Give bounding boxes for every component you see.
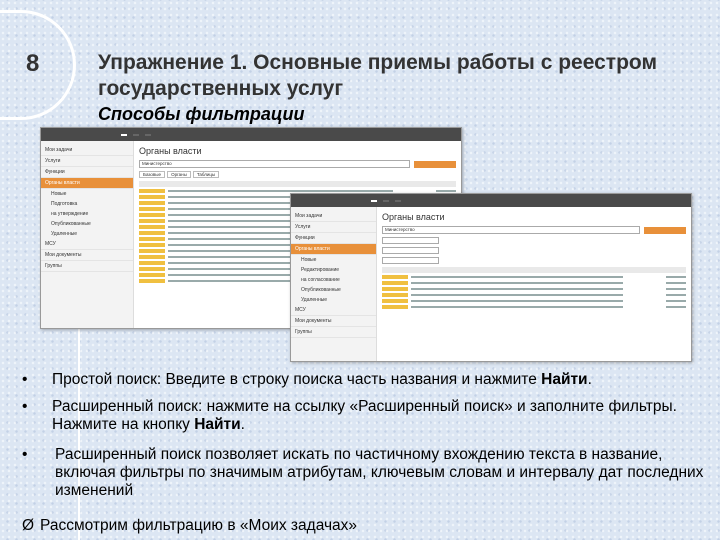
bullet-marker: Ø (22, 517, 35, 534)
bullet-bold: Найти (194, 416, 241, 433)
screenshot-advanced-search: Мои задачи Услуги Функции Органы власти … (290, 193, 692, 362)
bullet-next-step: Ø Рассмотрим фильтрацию в «Моих задачах» (22, 517, 700, 535)
app-header (41, 128, 461, 141)
sidebar-subitem[interactable]: Удаленные (41, 229, 133, 239)
header-tab[interactable] (395, 199, 401, 202)
panel-heading: Органы власти (139, 146, 202, 156)
header-tab[interactable] (371, 199, 377, 202)
sidebar-item[interactable]: Мои документы (41, 250, 133, 261)
sidebar-subitem[interactable]: Опубликованные (291, 285, 376, 295)
header-tab[interactable] (121, 133, 127, 136)
tab[interactable]: Органы (167, 171, 191, 178)
search-button[interactable] (414, 160, 456, 168)
sidebar-subitem[interactable]: Удаленные (291, 295, 376, 305)
bullet-bold: Найти (541, 371, 588, 388)
bullet-end: . (240, 416, 245, 433)
sidebar-item[interactable]: МСУ (291, 305, 376, 316)
bullet-text: Рассмотрим фильтрацию в «Моих задачах» (40, 517, 358, 534)
sidebar-item-selected[interactable]: Органы власти (41, 178, 133, 189)
bullet-advanced-search: • Расширенный поиск: нажмите на ссылку «Р… (22, 398, 712, 434)
bullet-marker: • (22, 371, 28, 388)
sidebar-item[interactable]: Группы (291, 327, 376, 338)
sidebar-item-selected[interactable]: Органы власти (291, 244, 376, 255)
table-header (382, 267, 686, 273)
bullet-simple-search: • Простой поиск: Введите в строку поиска … (22, 371, 712, 389)
search-input[interactable]: Министерство (382, 226, 640, 234)
sidebar-item[interactable]: МСУ (41, 239, 133, 250)
sidebar-subitem[interactable]: на утверждение (41, 209, 133, 219)
sidebar-item[interactable]: Функции (41, 167, 133, 178)
sidebar-subitem[interactable]: Редактирование (291, 265, 376, 275)
tab[interactable]: Таблицы (192, 171, 220, 178)
bullet-marker: • (22, 446, 28, 463)
header-tab[interactable] (133, 133, 139, 136)
sidebar-subitem[interactable]: Подготовка (41, 199, 133, 209)
sidebar: Мои задачи Услуги Функции Органы власти … (41, 141, 134, 328)
filter-row (382, 237, 686, 244)
sidebar-item[interactable]: Услуги (41, 156, 133, 167)
bullet-text: Простой поиск: Введите в строку поиска ч… (52, 371, 542, 388)
sidebar-item[interactable]: Группы (41, 261, 133, 272)
filter-select[interactable] (382, 237, 439, 244)
bullet-end: . (587, 371, 592, 388)
result-tabs: Базовые Органы Таблицы (139, 171, 456, 178)
header-tab[interactable] (383, 199, 389, 202)
search-button[interactable] (644, 226, 686, 234)
sidebar-item[interactable]: Мои документы (291, 316, 376, 327)
sidebar-subitem[interactable]: Новые (41, 189, 133, 199)
table-header (139, 181, 456, 187)
sidebar-subitem[interactable]: Опубликованные (41, 219, 133, 229)
panel-heading: Органы власти (382, 212, 445, 222)
main-panel: Органы власти Министерство (377, 207, 691, 361)
bullet-advanced-description: • Расширенный поиск позволяет искать по ч… (22, 446, 710, 500)
slide-number: 8 (26, 50, 40, 77)
sidebar-item[interactable]: Функции (291, 233, 376, 244)
slide-subtitle: Способы фильтрации (98, 104, 305, 124)
bullet-text: Расширенный поиск: нажмите на ссылку «Ра… (52, 398, 677, 433)
filter-select[interactable] (382, 247, 439, 254)
sidebar-subitem[interactable]: Новые (291, 255, 376, 265)
slide-title: Упражнение 1. Основные приемы работы с р… (98, 51, 657, 100)
filter-select[interactable] (382, 257, 439, 264)
sidebar: Мои задачи Услуги Функции Органы власти … (291, 207, 377, 361)
bullet-marker: • (22, 398, 28, 415)
sidebar-item[interactable]: Мои задачи (41, 145, 133, 156)
bullet-text: Расширенный поиск позволяет искать по ча… (55, 446, 704, 499)
table-row[interactable] (382, 304, 686, 310)
sidebar-subitem[interactable]: на согласование (291, 275, 376, 285)
search-input[interactable]: Министерство (139, 160, 410, 168)
app-header (291, 194, 691, 207)
header-tab[interactable] (145, 133, 151, 136)
filter-row (382, 247, 686, 254)
sidebar-item[interactable]: Услуги (291, 222, 376, 233)
filter-row (382, 257, 686, 264)
tab[interactable]: Базовые (139, 171, 166, 178)
sidebar-item[interactable]: Мои задачи (291, 211, 376, 222)
